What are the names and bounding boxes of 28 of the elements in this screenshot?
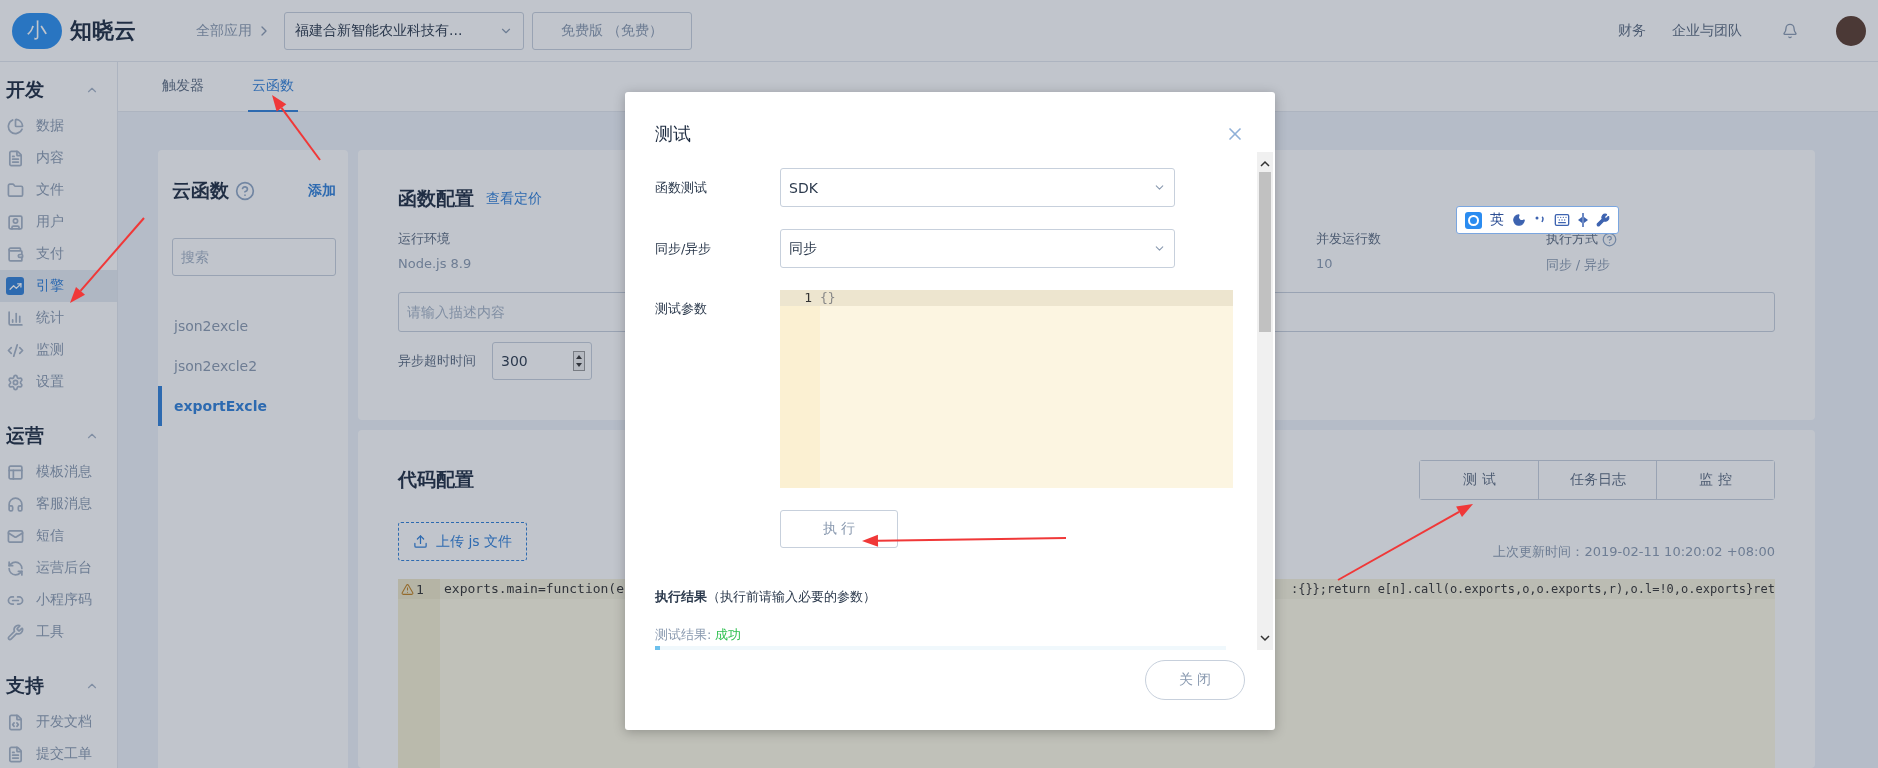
card-title: 代码配置 [398,467,474,492]
update-time: 上次更新时间：2019-02-11 10:20:02 +08:00 [1493,543,1775,561]
line-number: 1 [804,290,812,306]
section-title: 支持 [6,673,44,698]
field-value: 10 [1316,256,1334,271]
code-text: {} [820,290,836,306]
field-label: 测试参数 [655,300,708,318]
code-text: exports.main=function(e [444,580,624,598]
line-number: 1 [416,581,424,597]
input-mode: 英 [1490,211,1504,229]
result-value: 成功 [715,626,742,644]
code-text: :{}};return e[n].call(o.exports,o,o.exports,r),o.l=!0,o.exports}ret [1290,581,1775,598]
logo: 小 [12,12,62,49]
field-label: 异步超时时间 [398,352,476,370]
result-heading: 执行结果（执行前请输入必要的参数） [655,588,877,606]
section-title: 开发 [6,77,44,102]
field-label: 并发运行数 [1316,230,1381,248]
field-value: Node.js 8.9 [398,256,473,271]
brand-name: 知晓云 [70,16,136,45]
dialog-title: 测试 [655,122,691,146]
field-label: 函数测试 [655,178,708,197]
section-title: 运营 [6,423,44,448]
card-title: 函数配置 [398,186,474,211]
result-label: 测试结果: [655,626,712,644]
field-label: 运行环境 [398,230,450,248]
field-label: 同步/异步 [655,239,713,258]
field-value: 同步 / 异步 [1545,256,1612,274]
panel-title: 云函数 [172,178,229,203]
